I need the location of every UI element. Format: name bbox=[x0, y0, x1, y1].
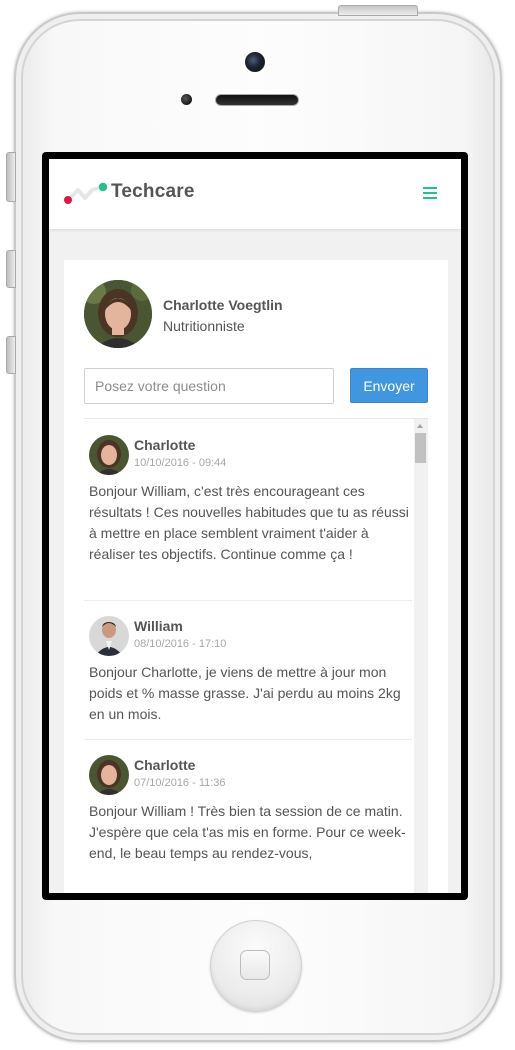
woman-avatar-icon bbox=[89, 755, 129, 795]
home-square-icon bbox=[240, 950, 270, 980]
woman-portrait-icon bbox=[84, 280, 152, 348]
message-item: Charlotte 10/10/2016 - 09:44 Bonjour Wil… bbox=[84, 419, 412, 601]
scroll-up-arrow-icon[interactable] bbox=[417, 424, 423, 428]
message-list: Charlotte 10/10/2016 - 09:44 Bonjour Wil… bbox=[84, 418, 428, 893]
avatar bbox=[89, 435, 129, 475]
profile-avatar bbox=[84, 280, 152, 348]
message-author: Charlotte bbox=[134, 437, 196, 453]
mute-switch bbox=[6, 152, 16, 202]
brand-name: Techcare bbox=[111, 181, 195, 202]
message-item: Charlotte 07/10/2016 - 11:36 Bonjour Wil… bbox=[84, 739, 412, 893]
volume-up-button bbox=[6, 250, 16, 288]
woman-avatar-icon bbox=[89, 435, 129, 475]
message-author: William bbox=[134, 618, 183, 634]
send-button[interactable]: Envoyer bbox=[350, 368, 428, 403]
message-text: Bonjour William ! Très bien ta session d… bbox=[89, 803, 406, 861]
scrollbar-thumb[interactable] bbox=[415, 433, 426, 463]
earpiece-speaker bbox=[215, 94, 299, 106]
power-button bbox=[338, 5, 418, 16]
message-date: 07/10/2016 - 11:36 bbox=[134, 777, 226, 789]
avatar bbox=[89, 755, 129, 795]
message-date: 10/10/2016 - 09:44 bbox=[134, 457, 227, 469]
front-camera bbox=[245, 52, 265, 72]
profile-name: Charlotte Voegtlin bbox=[163, 297, 283, 313]
profile-role: Nutritionniste bbox=[163, 318, 245, 334]
avatar bbox=[89, 616, 129, 656]
message-scrollbar[interactable] bbox=[414, 419, 428, 893]
home-button bbox=[210, 920, 302, 1012]
message-text: Bonjour William, c'est très encourageant… bbox=[89, 483, 409, 562]
message-date: 08/10/2016 - 17:10 bbox=[134, 638, 227, 650]
message-author: Charlotte bbox=[134, 757, 196, 773]
app-viewport: Techcare Charlotte Voegtlin Nutritionnis… bbox=[49, 159, 461, 893]
hamburger-menu-icon[interactable] bbox=[423, 187, 437, 200]
message-item: William 08/10/2016 - 17:10 Bonjour Charl… bbox=[84, 600, 412, 740]
top-navbar: Techcare bbox=[49, 159, 461, 230]
techcare-logo-icon bbox=[64, 182, 108, 204]
chat-card: Charlotte Voegtlin Nutritionniste Envoye… bbox=[64, 260, 448, 893]
man-avatar-icon bbox=[89, 616, 129, 656]
question-input[interactable] bbox=[84, 368, 334, 404]
volume-down-button bbox=[6, 336, 16, 374]
message-text: Bonjour Charlotte, je viens de mettre à … bbox=[89, 664, 401, 722]
proximity-sensor bbox=[181, 94, 192, 105]
